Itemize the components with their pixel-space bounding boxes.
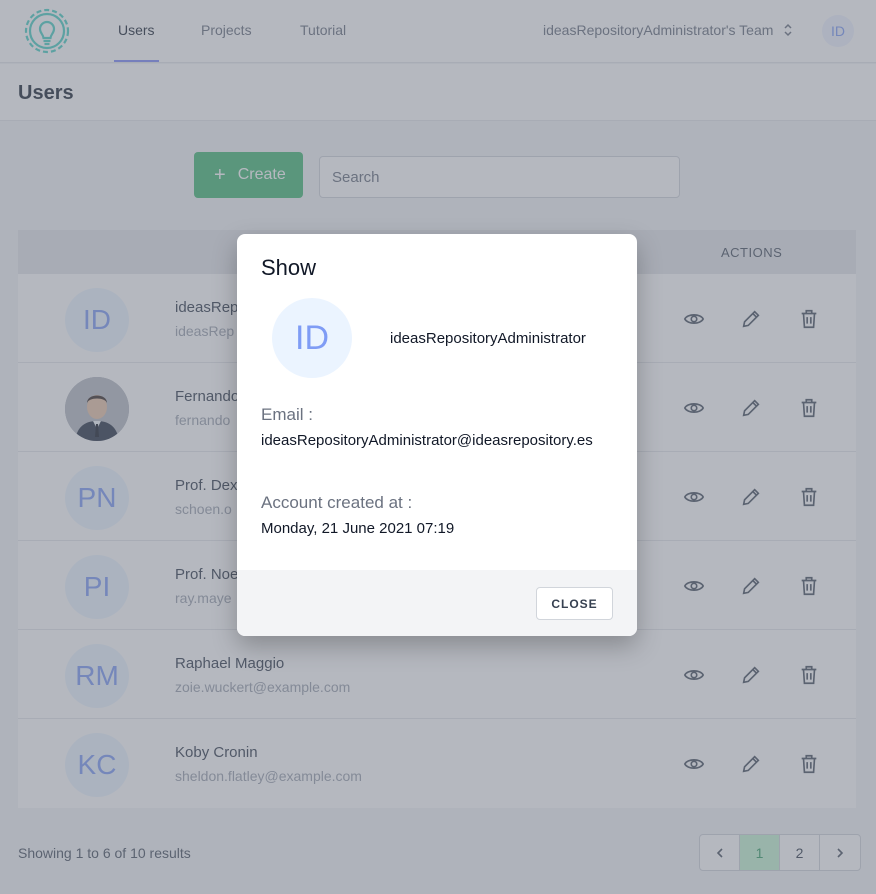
modal-footer: CLOSE: [237, 570, 637, 636]
modal-avatar: ID: [272, 298, 352, 378]
email-value: ideasRepositoryAdministrator@ideasreposi…: [261, 432, 593, 449]
email-label: Email :: [261, 405, 313, 424]
modal-title: Show: [261, 255, 317, 280]
modal-user-name: ideasRepositoryAdministrator: [390, 330, 586, 347]
created-at-value: Monday, 21 June 2021 07:19: [261, 520, 455, 537]
created-at-label: Account created at :: [261, 493, 413, 512]
user-details-modal: Show ID ideasRepositoryAdministrator Ema…: [237, 234, 637, 636]
close-button[interactable]: CLOSE: [536, 587, 613, 620]
